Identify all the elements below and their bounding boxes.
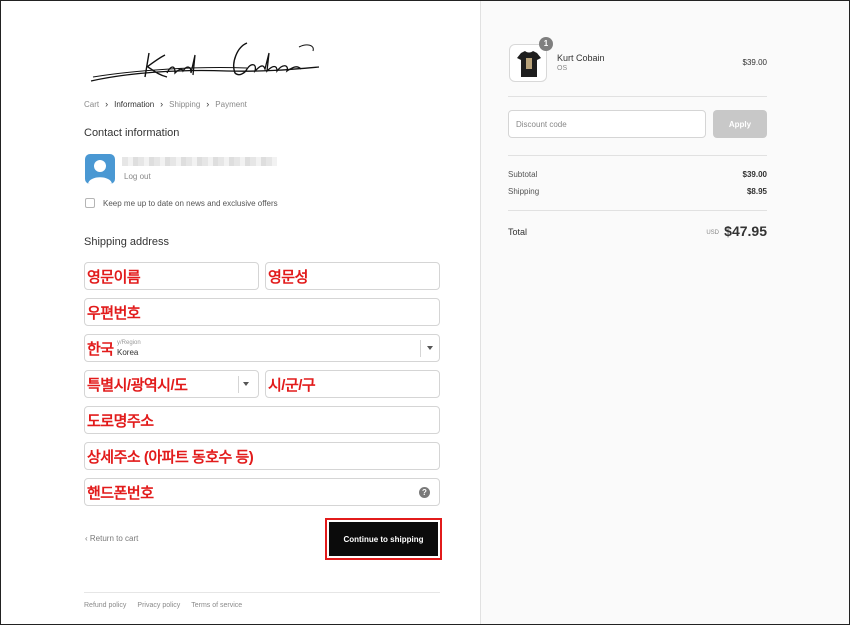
chevron-left-icon: ‹ <box>85 534 88 543</box>
summary-divider <box>508 96 767 97</box>
shipping-title: Shipping address <box>84 236 170 248</box>
subtotal-label: Subtotal <box>508 170 538 179</box>
shipping-value: $8.95 <box>746 187 767 196</box>
chevron-right-icon: › <box>105 99 109 109</box>
product-variant: OS <box>557 65 568 72</box>
country-select[interactable]: y/Region Korea 한국 <box>84 334 440 362</box>
blurred-email <box>122 157 277 166</box>
last-name-field[interactable]: 영문성 <box>265 262 440 290</box>
last-name-annotation: 영문성 <box>268 269 308 286</box>
footer-links: Refund policy Privacy policy Terms of se… <box>84 602 242 609</box>
summary-divider <box>508 155 767 156</box>
privacy-policy-link[interactable]: Privacy policy <box>137 602 180 609</box>
country-label: y/Region <box>117 340 141 346</box>
apartment-field[interactable]: 상세주소 (아파트 동호수 등) <box>84 442 440 470</box>
city-annotation: 시/군/구 <box>268 377 316 394</box>
breadcrumb: Cart › Information › Shipping › Payment <box>84 99 247 109</box>
select-divider <box>420 340 421 357</box>
breadcrumb-shipping: Shipping <box>169 99 201 109</box>
breadcrumb-payment: Payment <box>215 99 247 109</box>
order-summary: 1 Kurt Cobain OS $39.00 Apply Subtotal $… <box>480 1 849 624</box>
apartment-annotation: 상세주소 (아파트 동호수 등) <box>87 449 254 466</box>
newsletter-checkbox[interactable] <box>85 198 95 208</box>
select-divider <box>238 376 239 393</box>
address-field[interactable]: 도로명주소 <box>84 406 440 434</box>
shipping-label: Shipping <box>508 187 540 196</box>
terms-of-service-link[interactable]: Terms of service <box>191 602 242 609</box>
phone-field[interactable]: 핸드폰번호 ? <box>84 478 440 506</box>
phone-annotation: 핸드폰번호 <box>87 485 154 502</box>
province-select[interactable]: 특별시/광역시/도 <box>84 370 259 398</box>
breadcrumb-cart[interactable]: Cart <box>84 100 99 109</box>
total-label: Total <box>508 227 528 237</box>
quantity-badge: 1 <box>539 37 553 51</box>
city-field[interactable]: 시/군/구 <box>265 370 440 398</box>
first-name-field[interactable]: 영문이름 <box>84 262 259 290</box>
chevron-down-icon <box>427 346 433 350</box>
contact-title: Contact information <box>84 127 180 139</box>
apply-button[interactable]: Apply <box>713 110 767 138</box>
product-name: Kurt Cobain <box>557 53 605 63</box>
return-label: Return to cart <box>89 534 139 543</box>
newsletter-label: Keep me up to date on news and exclusive… <box>103 199 278 208</box>
chevron-right-icon: › <box>206 99 210 109</box>
help-icon[interactable]: ? <box>419 487 430 498</box>
first-name-annotation: 영문이름 <box>87 269 141 286</box>
continue-to-shipping-button[interactable]: Continue to shipping <box>329 522 438 556</box>
province-annotation: 특별시/광역시/도 <box>87 377 188 394</box>
chevron-down-icon <box>243 382 249 386</box>
product-price: $39.00 <box>742 58 767 67</box>
breadcrumb-information: Information <box>114 99 155 109</box>
chevron-right-icon: › <box>160 99 164 109</box>
postal-code-field[interactable]: 우편번호 <box>84 298 440 326</box>
avatar-icon <box>85 154 115 184</box>
continue-button-highlight: Continue to shipping <box>325 518 442 560</box>
logout-link[interactable]: Log out <box>124 172 151 181</box>
subtotal-value: $39.00 <box>742 170 767 179</box>
signature-logo[interactable] <box>87 33 327 89</box>
country-value: Korea <box>117 348 139 357</box>
country-annotation: 한국 <box>87 341 114 358</box>
checkout-main: Cart › Information › Shipping › Payment … <box>1 1 480 624</box>
summary-divider <box>508 210 767 211</box>
currency-code: USD <box>706 230 719 236</box>
postal-annotation: 우편번호 <box>87 305 141 322</box>
refund-policy-link[interactable]: Refund policy <box>84 602 126 609</box>
footer-divider <box>84 592 440 593</box>
address-annotation: 도로명주소 <box>87 413 154 430</box>
total-value: $47.95 <box>724 223 767 239</box>
discount-code-input[interactable] <box>508 110 706 138</box>
return-to-cart-link[interactable]: ‹ Return to cart <box>85 534 138 543</box>
